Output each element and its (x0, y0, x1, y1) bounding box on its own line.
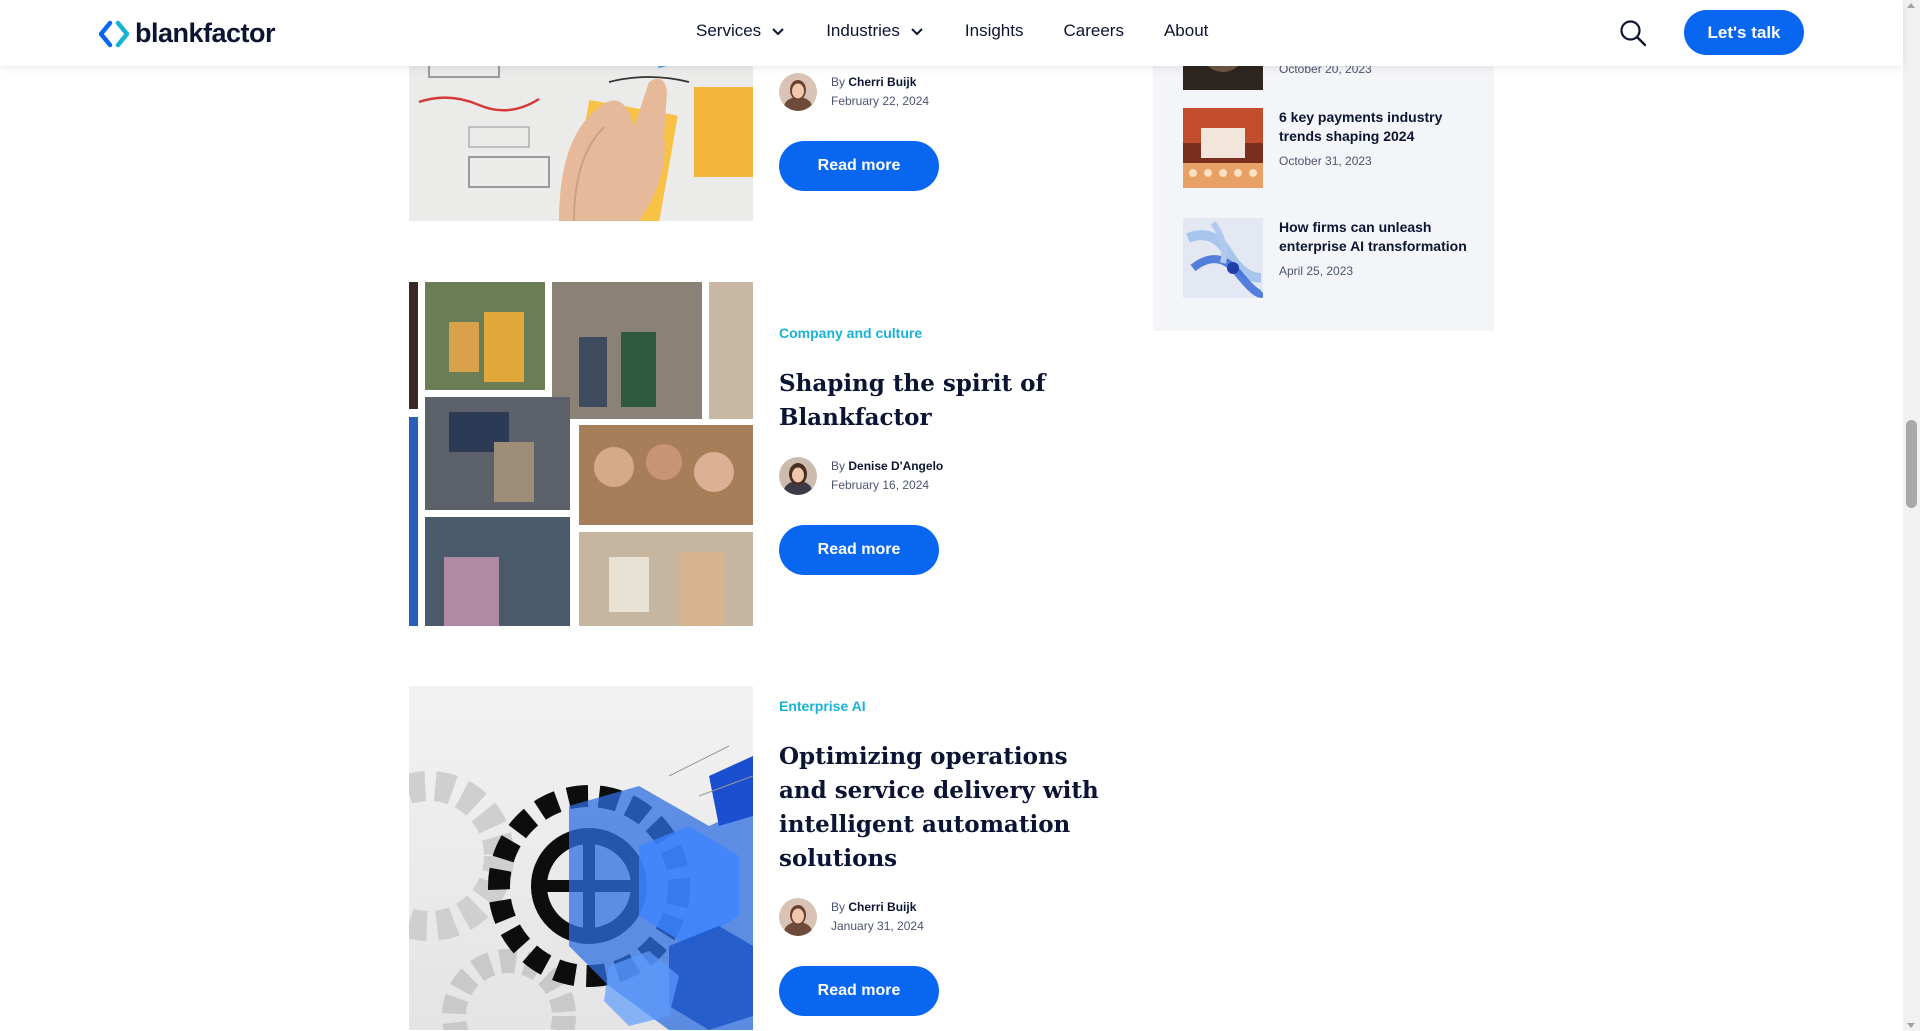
nav-item-about[interactable]: About (1164, 21, 1208, 41)
read-more-button[interactable]: Read more (779, 141, 939, 191)
author-row: By Cherri Buijk January 31, 2024 (779, 898, 1119, 936)
article-title[interactable]: Optimizing operations and service delive… (779, 740, 1099, 876)
scroll-up-arrow-icon[interactable] (1907, 3, 1915, 8)
related-posts-sidebar: October 20, 2023 6 key payments industry… (1153, 10, 1494, 331)
author-row: By Cherri Buijk February 22, 2024 (779, 73, 1119, 111)
article-category[interactable]: Enterprise AI (779, 698, 1119, 714)
avatar (779, 457, 817, 495)
author-meta: By Cherri Buijk February 22, 2024 (831, 73, 929, 111)
nav-item-insights[interactable]: Insights (965, 21, 1024, 41)
lets-talk-button[interactable]: Let's talk (1684, 10, 1804, 55)
avatar (779, 898, 817, 936)
sidebar-post-text: How firms can unleash enterprise AI tran… (1279, 218, 1469, 298)
site-header: blankfactor Services Industries Insights… (0, 0, 1903, 66)
article-content: By Cherri Buijk February 22, 2024 Read m… (779, 73, 1119, 191)
author-name[interactable]: Cherri Buijk (848, 75, 916, 89)
nav-label: Services (696, 21, 762, 40)
article-thumbnail[interactable] (409, 282, 753, 626)
article-category[interactable]: Company and culture (779, 325, 1119, 341)
nav-label: Careers (1063, 21, 1124, 40)
sidebar-post-text: 6 key payments industry trends shaping 2… (1279, 108, 1469, 188)
nav-item-industries[interactable]: Industries (826, 21, 925, 41)
author-prefix: By (831, 900, 846, 914)
sidebar-post-date: October 31, 2023 (1279, 154, 1372, 168)
sidebar-post[interactable]: How firms can unleash enterprise AI tran… (1183, 218, 1483, 298)
article-title[interactable]: Shaping the spirit of Blankfactor (779, 367, 1079, 435)
sidebar-post-thumbnail[interactable] (1183, 108, 1263, 188)
nav-label: About (1163, 21, 1209, 40)
chevron-down-icon (772, 28, 784, 36)
nav-item-careers[interactable]: Careers (1063, 21, 1123, 41)
logo-link[interactable]: blankfactor (99, 18, 276, 49)
publish-date: January 31, 2024 (831, 919, 924, 933)
gears-image (409, 686, 753, 1030)
team-collage-image (409, 282, 753, 626)
chevron-down-icon (911, 28, 923, 36)
sidebar-post[interactable]: 6 key payments industry trends shaping 2… (1183, 108, 1483, 188)
author-prefix: By (831, 459, 846, 473)
author-name[interactable]: Cherri Buijk (848, 900, 916, 914)
sidebar-post-title[interactable]: 6 key payments industry trends shaping 2… (1279, 108, 1469, 146)
author-prefix: By (831, 75, 846, 89)
nav-label: Insights (964, 21, 1024, 40)
article-content: Company and culture Shaping the spirit o… (779, 325, 1119, 575)
sidebar-post-thumbnail[interactable] (1183, 218, 1263, 298)
article-content: Enterprise AI Optimizing operations and … (779, 698, 1119, 1016)
publish-date: February 16, 2024 (831, 478, 930, 492)
sidebar-post-title[interactable]: How firms can unleash enterprise AI tran… (1279, 218, 1469, 256)
nav-item-services[interactable]: Services (696, 21, 786, 41)
author-meta: By Cherri Buijk January 31, 2024 (831, 898, 924, 936)
logo-text: blankfactor (135, 18, 276, 48)
main-nav: Services Industries Insights Careers Abo… (696, 21, 1248, 41)
scroll-down-arrow-icon[interactable] (1907, 1023, 1915, 1028)
logo-mark-icon (99, 20, 129, 47)
article-thumbnail[interactable] (409, 686, 753, 1030)
read-more-button[interactable]: Read more (779, 966, 939, 1016)
author-row: By Denise D'Angelo February 16, 2024 (779, 457, 1119, 495)
nav-label: Industries (826, 21, 900, 40)
sidebar-post-date: April 25, 2023 (1279, 264, 1354, 278)
scrollbar-thumb[interactable] (1906, 420, 1917, 508)
page-scrollbar[interactable] (1903, 0, 1920, 1031)
publish-date: February 22, 2024 (831, 94, 930, 108)
avatar (779, 73, 817, 111)
author-name[interactable]: Denise D'Angelo (848, 459, 943, 473)
search-icon[interactable] (1618, 18, 1648, 48)
read-more-button[interactable]: Read more (779, 525, 939, 575)
author-meta: By Denise D'Angelo February 16, 2024 (831, 457, 943, 495)
